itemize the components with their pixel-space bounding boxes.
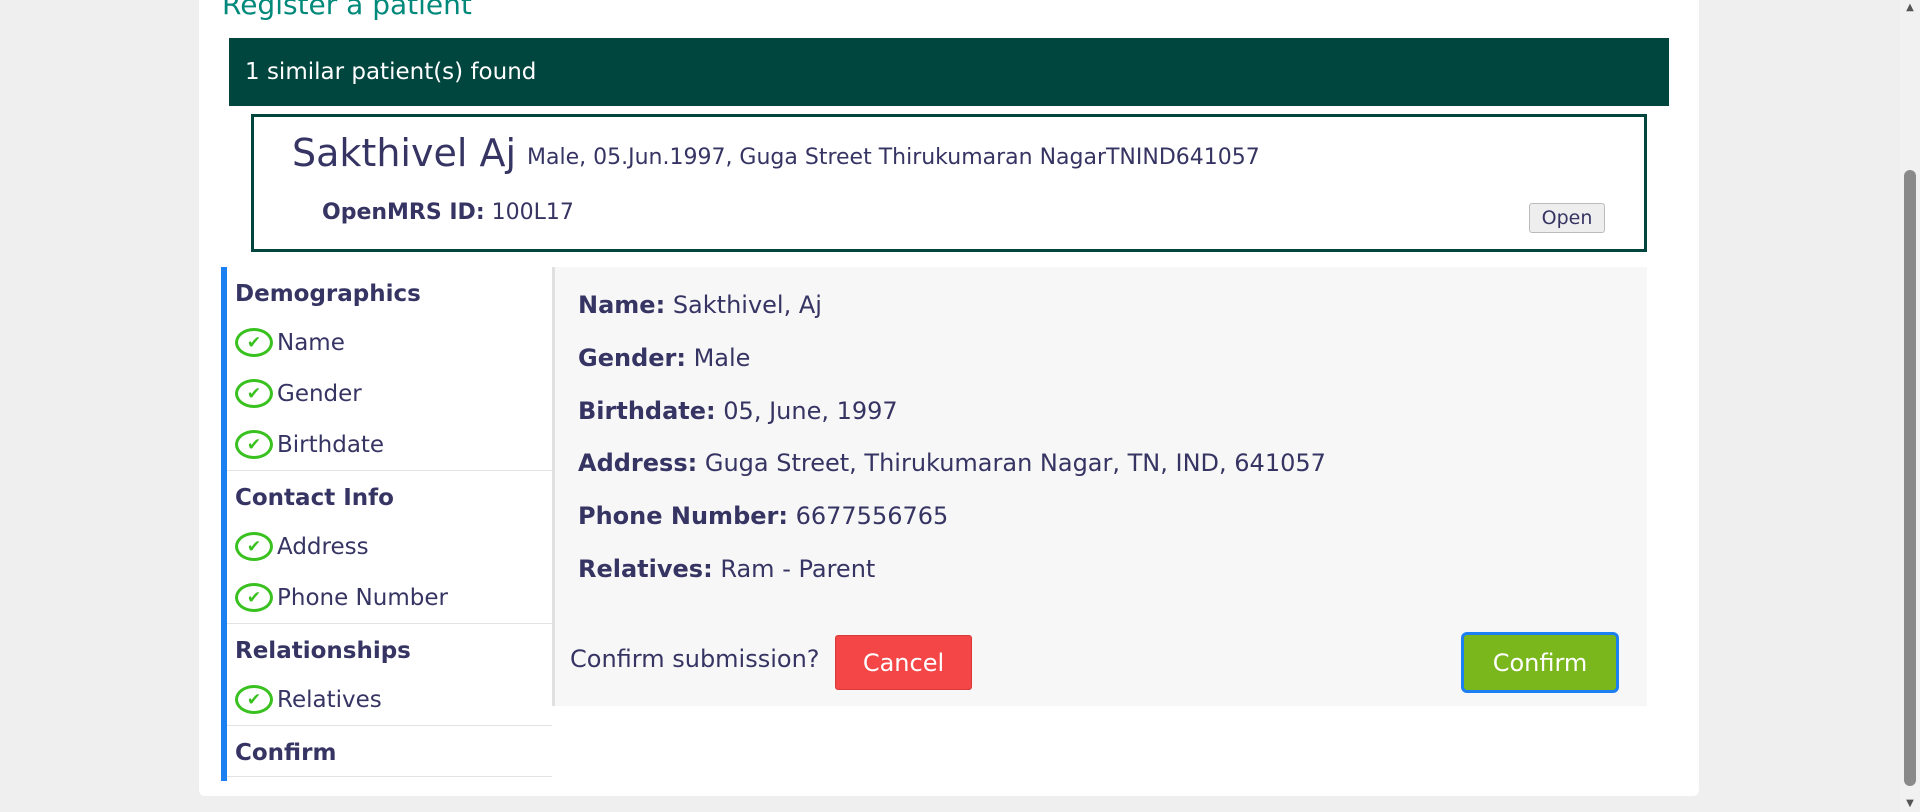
nav-section-demographics: Demographics ✔ Name ✔ Gender ✔ Birthdate	[227, 267, 552, 471]
check-circle-icon: ✔	[235, 532, 273, 561]
similar-patient-info: Male, 05.Jun.1997, Guga Street Thirukuma…	[527, 145, 1260, 170]
nav-item-name[interactable]: ✔ Name	[227, 317, 552, 368]
scroll-down-arrow-icon[interactable]: ▼	[1904, 798, 1916, 810]
nav-section-title[interactable]: Demographics	[227, 267, 552, 317]
field-label: Phone Number:	[578, 502, 788, 530]
nav-item-label: Address	[277, 533, 369, 560]
scroll-up-arrow-icon[interactable]: ▲	[1904, 2, 1916, 14]
nav-item-label: Phone Number	[277, 584, 448, 611]
summary-field-address: Address: Guga Street, Thirukumaran Nagar…	[578, 449, 1326, 477]
nav-item-relatives[interactable]: ✔ Relatives	[227, 674, 552, 725]
openmrs-id-label: OpenMRS ID:	[322, 200, 485, 225]
nav-item-label: Name	[277, 329, 345, 356]
registration-steps-nav: Demographics ✔ Name ✔ Gender ✔ Birthdate…	[221, 267, 552, 781]
field-label: Name:	[578, 291, 666, 319]
check-circle-icon: ✔	[235, 583, 273, 612]
check-circle-icon: ✔	[235, 379, 273, 408]
field-value: 05, June, 1997	[723, 397, 898, 425]
summary-field-name: Name: Sakthivel, Aj	[578, 291, 822, 319]
field-label: Birthdate:	[578, 397, 716, 425]
nav-item-birthdate[interactable]: ✔ Birthdate	[227, 419, 552, 470]
field-value: Ram - Parent	[720, 555, 876, 583]
field-label: Relatives:	[578, 555, 713, 583]
nav-item-label: Relatives	[277, 686, 382, 713]
nav-section-title[interactable]: Confirm	[227, 726, 552, 776]
nav-section-relationships: Relationships ✔ Relatives	[227, 624, 552, 726]
similar-patient-card: Sakthivel Aj Male, 05.Jun.1997, Guga Str…	[251, 114, 1647, 252]
nav-item-label: Gender	[277, 380, 362, 407]
field-value: Guga Street, Thirukumaran Nagar, TN, IND…	[704, 449, 1326, 477]
nav-item-gender[interactable]: ✔ Gender	[227, 368, 552, 419]
summary-field-gender: Gender: Male	[578, 344, 750, 372]
similar-patients-banner: 1 similar patient(s) found	[229, 38, 1669, 106]
nav-section-title[interactable]: Relationships	[227, 624, 552, 674]
field-value: 6677556765	[795, 502, 949, 530]
nav-section-contact-info: Contact Info ✔ Address ✔ Phone Number	[227, 471, 552, 624]
field-value: Male	[693, 344, 751, 372]
check-circle-icon: ✔	[235, 685, 273, 714]
summary-field-relatives: Relatives: Ram - Parent	[578, 555, 875, 583]
page-title: Register a patient	[222, 0, 472, 21]
field-value: Sakthivel, Aj	[672, 291, 822, 319]
field-label: Address:	[578, 449, 698, 477]
nav-item-address[interactable]: ✔ Address	[227, 521, 552, 572]
summary-field-phone-number: Phone Number: 6677556765	[578, 502, 948, 530]
nav-item-phone-number[interactable]: ✔ Phone Number	[227, 572, 552, 623]
confirm-submission-question: Confirm submission?	[570, 645, 820, 673]
cancel-button[interactable]: Cancel	[835, 635, 972, 690]
scrollbar-thumb[interactable]	[1904, 170, 1916, 786]
openmrs-id-value: 100L17	[491, 200, 574, 225]
check-circle-icon: ✔	[235, 430, 273, 459]
vertical-scrollbar[interactable]: ▲ ▼	[1900, 0, 1920, 812]
nav-section-confirm: Confirm	[227, 726, 552, 777]
nav-section-title[interactable]: Contact Info	[227, 471, 552, 521]
field-label: Gender:	[578, 344, 686, 372]
confirmation-summary: Name: Sakthivel, Aj Gender: Male Birthda…	[552, 267, 1647, 706]
check-circle-icon: ✔	[235, 328, 273, 357]
similar-patient-name: Sakthivel Aj	[292, 131, 517, 175]
open-patient-button[interactable]: Open	[1529, 203, 1605, 233]
nav-item-label: Birthdate	[277, 431, 385, 458]
summary-field-birthdate: Birthdate: 05, June, 1997	[578, 397, 898, 425]
confirm-button[interactable]: Confirm	[1461, 632, 1619, 693]
similar-patient-id: OpenMRS ID: 100L17	[322, 200, 574, 225]
